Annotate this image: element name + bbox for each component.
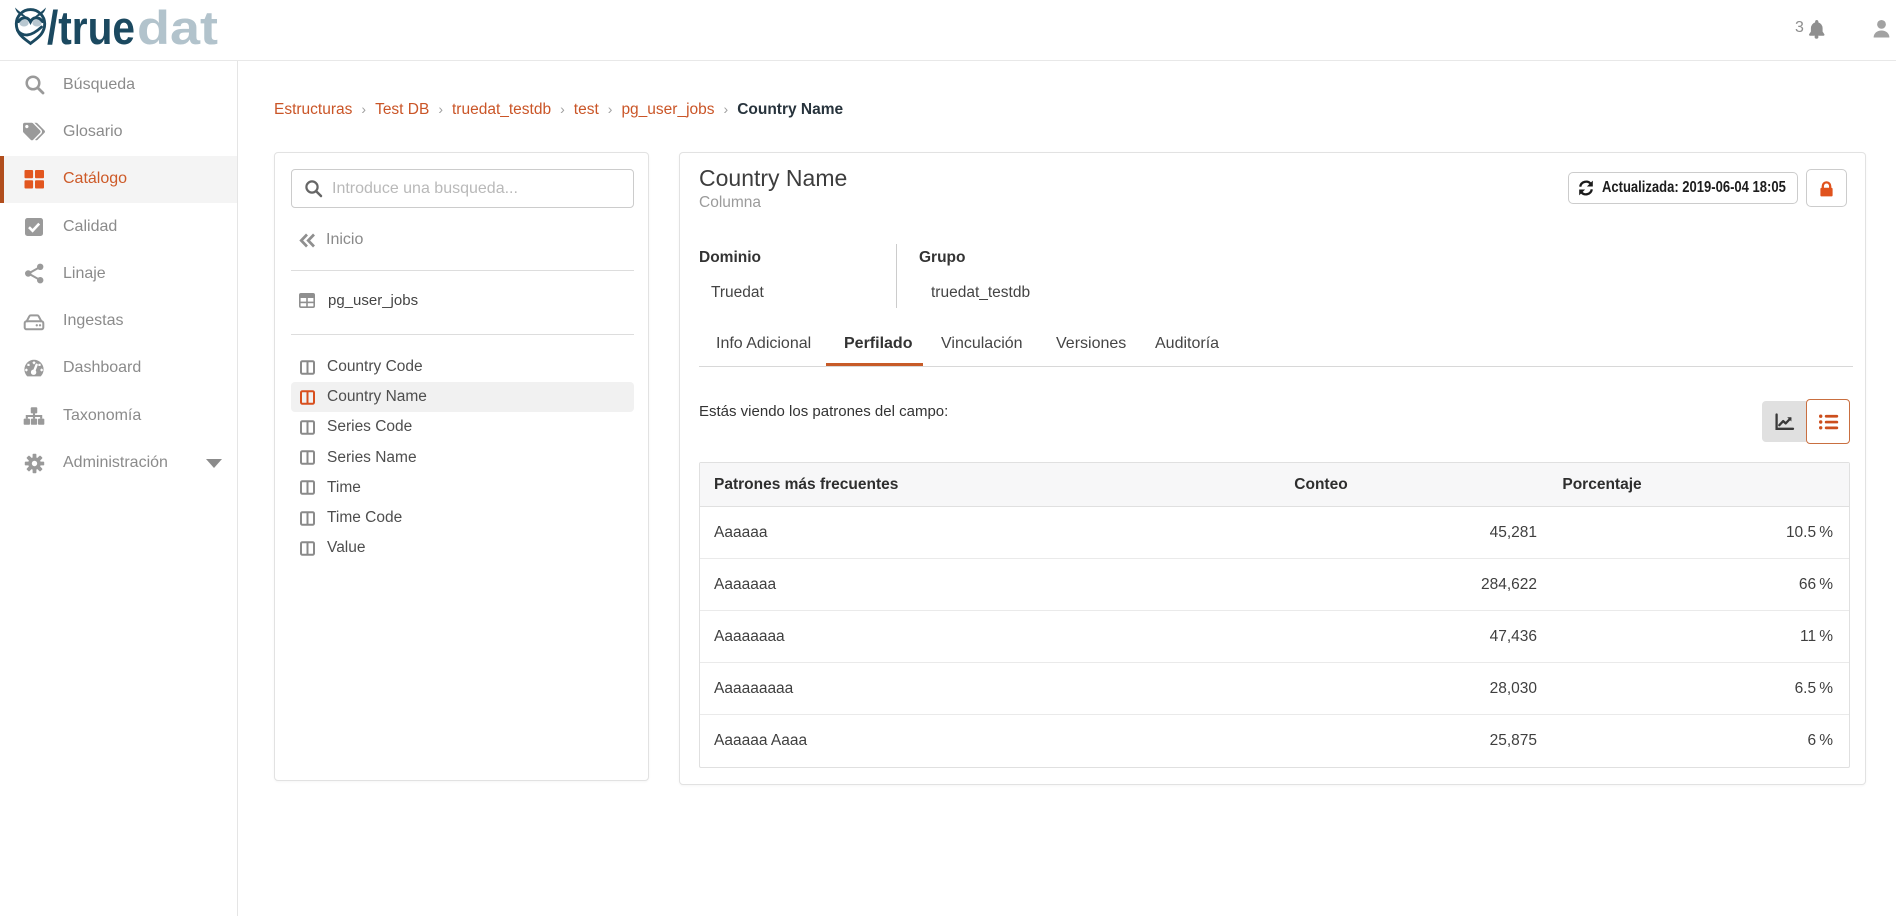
svg-text:dat: dat — [137, 1, 218, 54]
svg-text:/true: /true — [47, 1, 135, 54]
